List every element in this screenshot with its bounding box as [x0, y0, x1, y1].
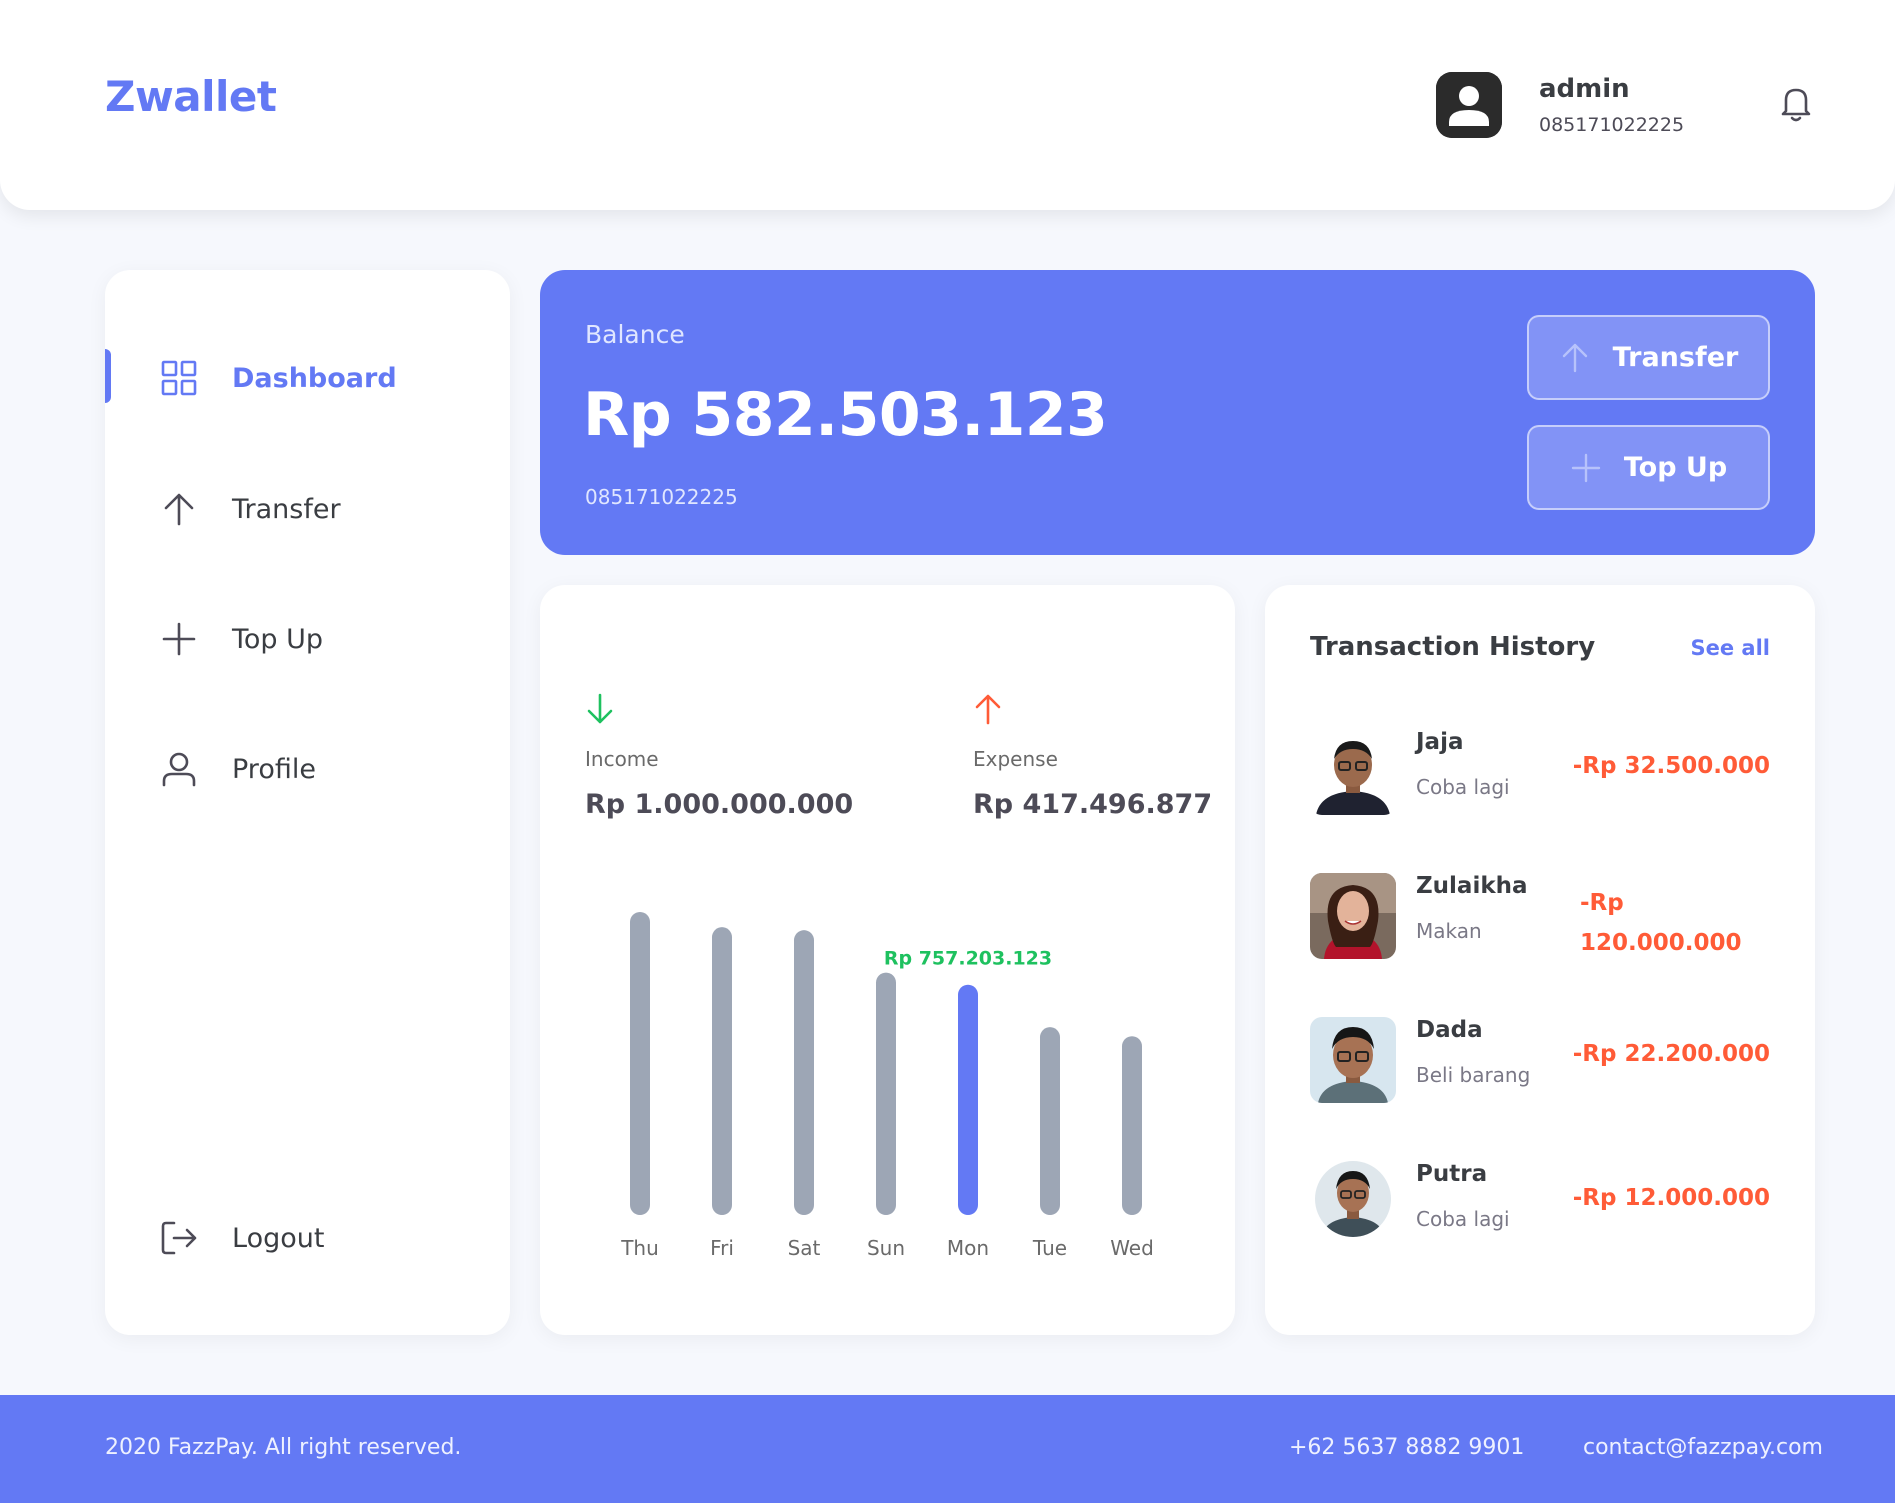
- chart-bar-mon[interactable]: [958, 984, 978, 1215]
- sidebar-item-label: Top Up: [232, 623, 324, 655]
- transaction-amount: -Rp 32.500.000: [1572, 753, 1770, 779]
- sidebar-item-label: Logout: [232, 1222, 325, 1254]
- chart-tick-label: Fri: [710, 1236, 734, 1260]
- transaction-note: Beli barang: [1416, 1063, 1531, 1087]
- transaction-history-card: Transaction History See all Jaja Coba la…: [1265, 585, 1815, 1335]
- transaction-row[interactable]: Putra Coba lagi -Rp 12.000.000: [1310, 1161, 1770, 1247]
- person-photo: [1310, 1017, 1396, 1103]
- chart-tick-label: Sat: [788, 1236, 821, 1260]
- balance-amount: Rp 582.503.123: [583, 380, 1108, 450]
- sidebar-item-transfer[interactable]: Transfer: [105, 481, 510, 537]
- contact-name: Putra: [1416, 1161, 1488, 1187]
- user-icon: [162, 752, 196, 787]
- contact-avatar: [1310, 873, 1396, 959]
- footer-copyright: 2020 FazzPay. All right reserved.: [105, 1435, 462, 1460]
- balance-card: Balance Rp 582.503.123 085171022225 Tran…: [540, 270, 1815, 555]
- user-name: admin: [1539, 74, 1630, 104]
- transaction-row[interactable]: Dada Beli barang -Rp 22.200.000: [1310, 1017, 1770, 1103]
- contact-avatar: [1310, 729, 1396, 815]
- user-avatar-icon: [1436, 72, 1502, 138]
- history-title: Transaction History: [1310, 632, 1596, 662]
- arrow-up-icon: [164, 493, 194, 526]
- person-photo: [1315, 1161, 1391, 1237]
- top-header: Zwallet admin 085171022225: [0, 0, 1895, 210]
- chart-tick-label: Thu: [620, 1236, 659, 1260]
- chart-tick-label: Wed: [1110, 1236, 1154, 1260]
- user-phone: 085171022225: [1539, 114, 1685, 136]
- chart-bar-sun[interactable]: [876, 972, 896, 1215]
- contact-name: Zulaikha: [1416, 873, 1528, 899]
- transfer-button-label: Transfer: [1612, 342, 1739, 373]
- chart-bar-sat[interactable]: [794, 930, 814, 1215]
- transaction-row[interactable]: Jaja Coba lagi -Rp 32.500.000: [1310, 729, 1770, 815]
- transfer-button[interactable]: Transfer: [1527, 315, 1770, 400]
- balance-phone: 085171022225: [585, 485, 738, 509]
- chart-bar-thu[interactable]: [630, 912, 650, 1215]
- sidebar-item-profile[interactable]: Profile: [105, 741, 510, 797]
- plus-icon: [1571, 453, 1601, 482]
- transaction-note: Makan: [1416, 919, 1482, 943]
- topup-button[interactable]: Top Up: [1527, 425, 1770, 510]
- grid-icon: [161, 360, 197, 396]
- transaction-note: Coba lagi: [1416, 775, 1510, 799]
- sidebar-item-label: Profile: [232, 753, 316, 785]
- chart-bar-wed[interactable]: [1122, 1036, 1142, 1215]
- chart-tick-label: Mon: [947, 1236, 989, 1260]
- income-expense-card: Income Rp 1.000.000.000 Expense Rp 417.4…: [540, 585, 1235, 1335]
- contact-avatar: [1315, 1161, 1391, 1237]
- transaction-amount: -Rp 22.200.000: [1572, 1041, 1770, 1067]
- arrow-up-icon: [1562, 343, 1587, 372]
- see-all-link[interactable]: See all: [1691, 636, 1771, 660]
- person-photo: [1310, 729, 1396, 815]
- footer: 2020 FazzPay. All right reserved. +62 56…: [0, 1395, 1895, 1503]
- footer-phone[interactable]: +62 5637 8882 9901: [1289, 1435, 1524, 1460]
- person-photo: [1310, 873, 1396, 959]
- balance-label: Balance: [585, 320, 685, 349]
- weekly-bar-chart: Thu Fri Sat Sun Mon Rp 757.203.123 Tue Wed: [620, 912, 1154, 1260]
- bell-icon[interactable]: [1778, 84, 1814, 124]
- footer-email[interactable]: contact@fazzpay.com: [1583, 1435, 1823, 1460]
- contact-name: Jaja: [1416, 729, 1464, 755]
- chart-tick-label: Sun: [867, 1236, 905, 1260]
- contact-avatar: [1310, 1017, 1396, 1103]
- transaction-row[interactable]: Zulaikha Makan -Rp 120.000.000: [1310, 873, 1770, 959]
- logout-icon: [161, 1221, 197, 1255]
- app-logo[interactable]: Zwallet: [105, 72, 277, 121]
- chart-tick-label: Tue: [1032, 1236, 1067, 1260]
- transaction-amount: -Rp 120.000.000: [1580, 890, 1742, 956]
- chart-bar-fri[interactable]: [712, 927, 732, 1215]
- transaction-amount: -Rp 12.000.000: [1572, 1185, 1770, 1211]
- chart-bar-tue[interactable]: [1040, 1027, 1060, 1215]
- chart-data-label: Rp 757.203.123: [884, 948, 1052, 970]
- topup-button-label: Top Up: [1623, 452, 1728, 483]
- transaction-note: Coba lagi: [1416, 1207, 1510, 1231]
- sidebar-item-topup[interactable]: Top Up: [105, 611, 510, 667]
- sidebar: Dashboard Transfer Top Up Profile Logout: [105, 270, 510, 1335]
- sidebar-item-logout[interactable]: Logout: [105, 1210, 510, 1266]
- sidebar-item-label: Transfer: [232, 493, 341, 525]
- plus-icon: [162, 622, 196, 656]
- sidebar-item-dashboard[interactable]: Dashboard: [105, 350, 510, 406]
- sidebar-item-label: Dashboard: [232, 362, 397, 394]
- contact-name: Dada: [1416, 1017, 1483, 1043]
- user-avatar[interactable]: [1436, 72, 1502, 138]
